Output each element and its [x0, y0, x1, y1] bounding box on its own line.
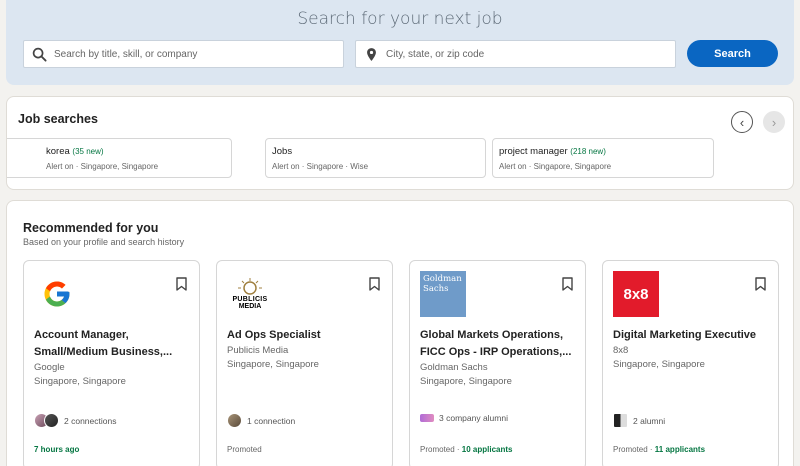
logo-wordmark: Goldman [423, 274, 462, 284]
job-search-chip-korea[interactable]: korea (35 new) Alert on · Singapore, Sin… [7, 138, 232, 178]
job-insight: 1 connection [227, 413, 295, 428]
recommended-jobs-card: Recommended for you Based on your profil… [6, 200, 794, 466]
promoted-label: Promoted [227, 445, 262, 454]
location-search-field[interactable] [355, 40, 676, 68]
promoted-label: Promoted · [420, 445, 462, 454]
job-footer: Promoted [227, 445, 262, 454]
chip-alert-detail: Alert on · Singapore, Singapore [499, 162, 612, 171]
chevron-left-icon: ‹ [739, 114, 745, 130]
chip-name: Jobs [272, 146, 293, 157]
chip-name: korea [46, 146, 70, 157]
job-footer: 7 hours ago [34, 445, 79, 454]
keyword-search-input[interactable] [54, 48, 343, 60]
job-location: Singapore, Singapore [613, 359, 705, 370]
job-location: Singapore, Singapore [420, 376, 512, 387]
chevron-right-icon: › [771, 114, 777, 130]
job-insight: 2 alumni [613, 413, 665, 428]
search-icon [32, 47, 47, 62]
logo-wordmark: Sachs [423, 284, 449, 294]
posted-time: 7 hours ago [34, 445, 80, 454]
job-card-publicis-media[interactable]: PUBLICIS MEDIA Ad Ops Specialist Publici… [216, 260, 393, 466]
job-card-google[interactable]: Account Manager, Small/Medium Business,.… [23, 260, 200, 466]
job-footer: Promoted · 10 applicants [420, 445, 512, 454]
logo-wordmark: 8x8 [623, 285, 649, 303]
job-location: Singapore, Singapore [227, 359, 319, 370]
location-search-input[interactable] [386, 48, 675, 60]
job-footer: Promoted · 11 applicants [613, 445, 705, 454]
company-name: Publicis Media [227, 345, 289, 356]
avatar [227, 413, 242, 428]
company-name: Goldman Sachs [420, 362, 488, 373]
keyword-search-field[interactable] [23, 40, 344, 68]
bookmark-icon[interactable] [369, 277, 380, 291]
chip-alert-detail: Alert on · Singapore, Singapore [46, 162, 159, 171]
insight-text: 1 connection [247, 415, 296, 426]
job-search-hero: Search for your next job Search [6, 0, 794, 85]
location-pin-icon [367, 47, 376, 61]
applicant-count: 10 applicants [461, 445, 513, 454]
job-title[interactable]: Global Markets Operations, FICC Ops - IR… [420, 327, 580, 361]
job-search-chip-jobs[interactable]: Jobs Alert on · Singapore · Wise [265, 138, 486, 178]
job-insight: 2 connections [34, 413, 116, 428]
recommended-title: Recommended for you [23, 221, 159, 235]
applicant-count: 11 applicants [654, 445, 706, 454]
job-card-goldman-sachs[interactable]: Goldman Sachs Global Markets Operations,… [409, 260, 586, 466]
job-title[interactable]: Digital Marketing Executive [613, 327, 773, 344]
goldman-sachs-logo: Goldman Sachs [420, 271, 466, 317]
insight-text: 2 connections [64, 415, 117, 426]
bookmark-icon[interactable] [755, 277, 766, 291]
company-name: Google [34, 362, 65, 373]
job-location: Singapore, Singapore [34, 376, 126, 387]
avatar [44, 413, 59, 428]
insight-text: 2 alumni [633, 415, 666, 426]
bookmark-icon[interactable] [562, 277, 573, 291]
new-count-badge: (35 new) [72, 147, 104, 156]
bookmark-icon[interactable] [176, 277, 187, 291]
google-logo [34, 271, 80, 317]
job-card-8x8[interactable]: 8x8 Digital Marketing Executive 8x8 Sing… [602, 260, 779, 466]
job-title[interactable]: Ad Ops Specialist [227, 327, 387, 344]
carousel-prev-button[interactable]: ‹ [731, 111, 753, 133]
job-searches-card: Job searches ‹ › korea (35 new) Alert on… [6, 96, 794, 190]
insight-text: 3 company alumni [439, 413, 508, 423]
carousel-next-button[interactable]: › [763, 111, 785, 133]
chip-alert-detail: Alert on · Singapore · Wise [272, 162, 369, 171]
company-name: 8x8 [613, 345, 629, 356]
8x8-logo: 8x8 [613, 271, 659, 317]
connection-avatars [34, 413, 59, 428]
promoted-label: Promoted · [613, 445, 655, 454]
avatar [613, 413, 628, 428]
recommended-subtitle: Based on your profile and search history [23, 237, 185, 247]
job-searches-title: Job searches [18, 112, 98, 126]
search-hero-title: Search for your next job [297, 9, 503, 29]
job-insight: 3 company alumni [420, 413, 508, 423]
logo-wordmark: PUBLICIS [232, 296, 268, 303]
job-title[interactable]: Account Manager, Small/Medium Business,.… [34, 327, 194, 361]
search-button[interactable]: Search [687, 40, 778, 67]
new-count-badge: (218 new) [570, 147, 606, 156]
publicis-media-logo: PUBLICIS MEDIA [227, 271, 273, 317]
chip-name: project manager [499, 146, 568, 157]
alumni-logo-icon [420, 414, 434, 422]
logo-wordmark: MEDIA [238, 303, 262, 310]
job-search-chip-project-manager[interactable]: project manager (218 new) Alert on · Sin… [492, 138, 714, 178]
